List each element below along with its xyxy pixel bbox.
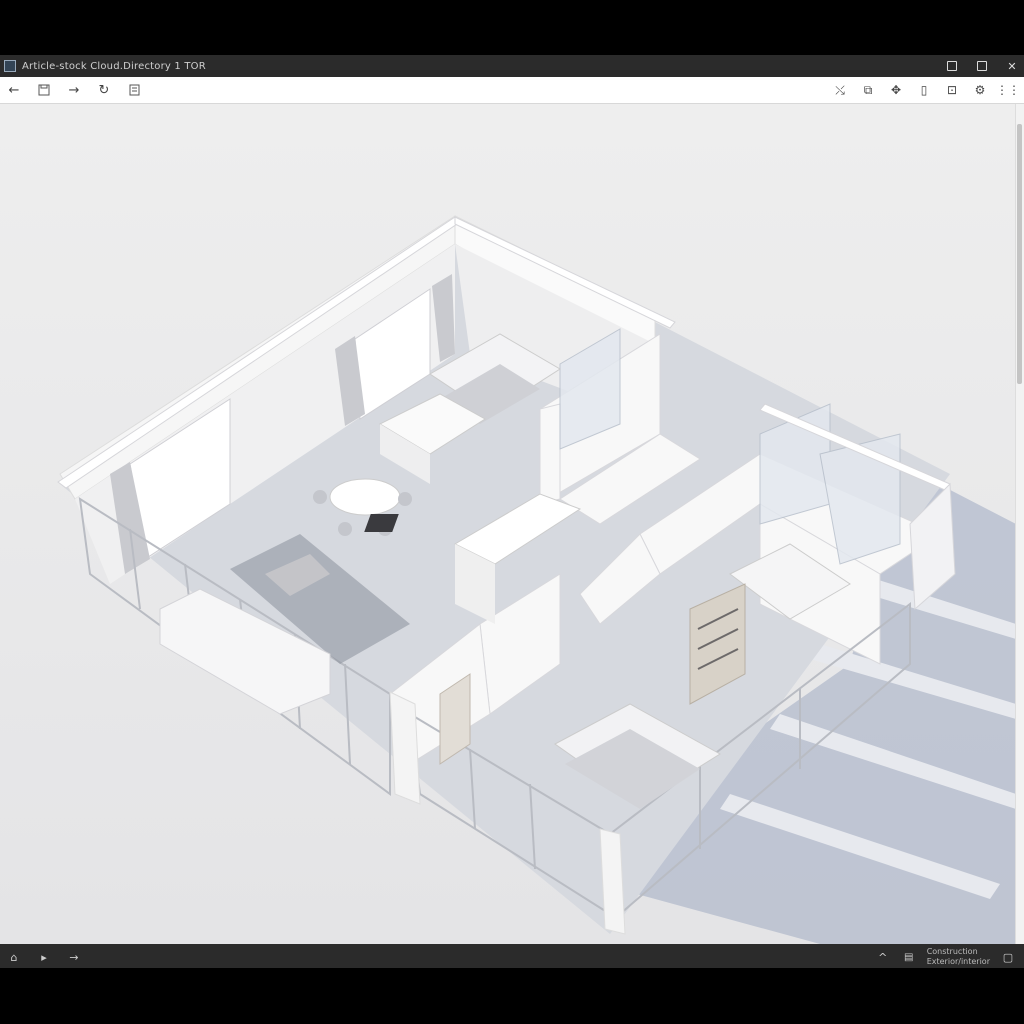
home-icon[interactable]: ⌂ [6,949,22,965]
status-left: ⌂ ▸ → [6,949,82,965]
scroll-thumb[interactable] [1017,124,1022,384]
app-window: Article-stock Cloud.Directory 1 TOR ✕ ← … [0,55,1024,968]
copy-icon[interactable]: ⧉ [860,82,876,98]
close-icon[interactable]: ✕ [1006,60,1018,73]
toolbar-left: ← → ↻ [6,82,142,98]
minimize-icon[interactable] [946,60,958,72]
back-arrow-icon[interactable]: ← [6,82,22,98]
refresh-icon[interactable]: ↻ [96,82,112,98]
share-icon[interactable]: ⤯ [832,82,848,98]
screen-frame: Article-stock Cloud.Directory 1 TOR ✕ ← … [0,0,1024,1024]
export-icon[interactable]: ⊡ [944,82,960,98]
status-text: Construction Exterior/interior [927,947,990,967]
grid-move-icon[interactable]: ✥ [888,82,904,98]
vertical-scrollbar[interactable] [1015,104,1024,944]
dining-table [329,478,401,516]
apartment-model[interactable] [0,104,1016,944]
collapse-icon[interactable]: ^ [875,949,891,965]
panel-icon[interactable]: ▢ [1000,949,1016,965]
apps-grid-icon[interactable]: ⋮⋮ [996,82,1020,98]
window-title: Article-stock Cloud.Directory 1 TOR [22,60,206,72]
left-pillar [389,691,421,805]
save-icon[interactable] [36,82,52,98]
status-right: ^ ▤ Construction Exterior/interior ▢ [875,947,1016,967]
title-bar: Article-stock Cloud.Directory 1 TOR ✕ [0,55,1024,77]
maximize-icon[interactable] [976,60,988,72]
status-line-1: Construction [926,947,978,956]
window-controls: ✕ [946,55,1018,77]
3d-viewport[interactable] [0,104,1016,944]
status-bar: ⌂ ▸ → ^ ▤ Construction Exterior/interior… [0,944,1024,968]
status-line-2: Exterior/interior [926,957,990,966]
arrow-icon[interactable]: → [66,949,82,965]
toolbar-right: ⤯ ⧉ ✥ ▯ ⊡ ⚙ ⋮⋮ [832,77,1020,103]
settings-icon[interactable]: ⚙ [972,82,988,98]
toolbar: ← → ↻ ⤯ ⧉ ✥ ▯ ⊡ ⚙ ⋮⋮ [0,77,1024,104]
app-icon [4,60,16,72]
play-icon[interactable]: ▸ [36,949,52,965]
forward-arrow-icon[interactable]: → [66,82,82,98]
document-icon[interactable] [126,82,142,98]
layers-icon[interactable]: ▤ [901,949,917,965]
clipboard-icon[interactable]: ▯ [916,82,932,98]
